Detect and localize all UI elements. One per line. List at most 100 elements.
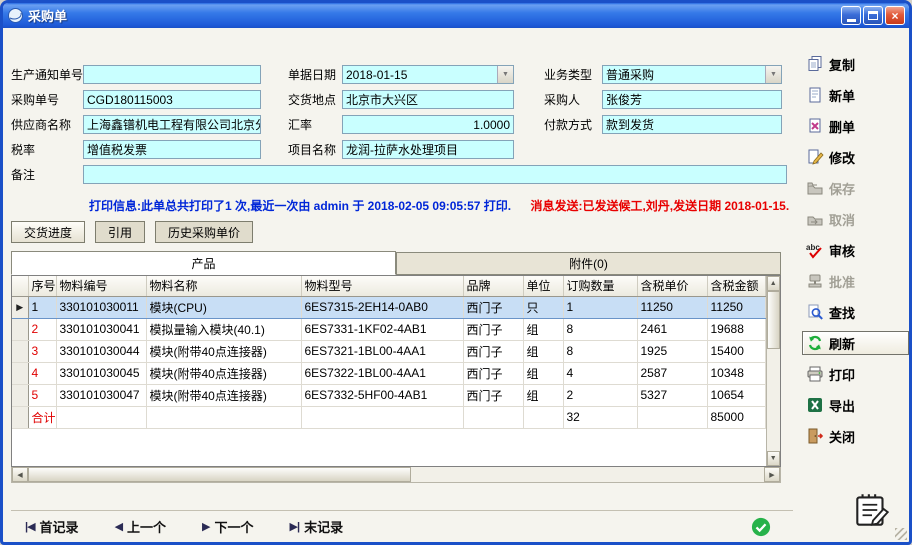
audit-button[interactable]: abc审核 bbox=[805, 238, 909, 262]
remarks-input[interactable] bbox=[83, 165, 787, 184]
column-header[interactable]: 物料名称 bbox=[146, 276, 301, 296]
cell[interactable]: 模拟量输入模块(40.1) bbox=[146, 318, 301, 340]
tax-rate-input[interactable]: 增值税发票 bbox=[83, 140, 261, 159]
cell[interactable]: 330101030047 bbox=[56, 384, 146, 406]
quote-button[interactable]: 引用 bbox=[95, 221, 145, 243]
save-button[interactable]: 保存 bbox=[805, 176, 909, 200]
cell[interactable]: 6ES7331-1KF02-4AB1 bbox=[301, 318, 463, 340]
vertical-scrollbar[interactable]: ▲ ▼ bbox=[766, 276, 781, 466]
cell[interactable]: 4 bbox=[28, 362, 56, 384]
modify-button[interactable]: 修改 bbox=[805, 145, 909, 169]
cell[interactable]: 1 bbox=[563, 296, 637, 318]
cell[interactable]: 10348 bbox=[707, 362, 765, 384]
previous-record-button[interactable]: ◀上一个 bbox=[115, 517, 166, 536]
cell[interactable]: 2 bbox=[28, 318, 56, 340]
scroll-left-icon[interactable]: ◀ bbox=[12, 467, 28, 482]
column-header[interactable]: 序号 bbox=[28, 276, 56, 296]
history-price-button[interactable]: 历史采购单价 bbox=[155, 221, 253, 243]
close-window-button[interactable]: × bbox=[885, 6, 905, 25]
approve-button[interactable]: 批准 bbox=[805, 269, 909, 293]
maximize-button[interactable] bbox=[863, 6, 883, 25]
cell[interactable]: 11250 bbox=[707, 296, 765, 318]
vscroll-track[interactable] bbox=[767, 291, 781, 451]
scroll-down-icon[interactable]: ▼ bbox=[767, 451, 781, 466]
cell[interactable]: 6ES7332-5HF00-4AB1 bbox=[301, 384, 463, 406]
cell[interactable]: 5327 bbox=[637, 384, 707, 406]
column-header[interactable]: 物料编号 bbox=[56, 276, 146, 296]
cell[interactable]: 2 bbox=[563, 384, 637, 406]
column-header[interactable]: 含税金额 bbox=[707, 276, 765, 296]
cell[interactable]: 330101030041 bbox=[56, 318, 146, 340]
delete-button[interactable]: 删单 bbox=[805, 114, 909, 138]
cell[interactable]: 6ES7321-1BL00-4AA1 bbox=[301, 340, 463, 362]
next-record-button[interactable]: ▶下一个 bbox=[202, 517, 253, 536]
cell[interactable]: 2461 bbox=[637, 318, 707, 340]
cell[interactable]: 10654 bbox=[707, 384, 765, 406]
cell[interactable]: 西门子 bbox=[463, 340, 523, 362]
find-button[interactable]: 查找 bbox=[805, 300, 909, 324]
column-header[interactable]: 品牌 bbox=[463, 276, 523, 296]
refresh-button[interactable]: 刷新 bbox=[802, 331, 909, 355]
cell[interactable]: 15400 bbox=[707, 340, 765, 362]
po-number-input[interactable]: CGD180115003 bbox=[83, 90, 261, 109]
scroll-up-icon[interactable]: ▲ bbox=[767, 276, 781, 291]
cell[interactable]: 330101030011 bbox=[56, 296, 146, 318]
cell[interactable]: 组 bbox=[523, 384, 563, 406]
cell[interactable]: 模块(附带40点连接器) bbox=[146, 362, 301, 384]
production-notice-input[interactable] bbox=[83, 65, 261, 84]
cell[interactable]: 4 bbox=[563, 362, 637, 384]
table-row[interactable]: 5330101030047模块(附带40点连接器)6ES7332-5HF00-4… bbox=[12, 384, 765, 406]
cell[interactable]: 8 bbox=[563, 340, 637, 362]
project-name-input[interactable]: 龙润-拉萨水处理项目 bbox=[342, 140, 514, 159]
cell[interactable]: 330101030044 bbox=[56, 340, 146, 362]
column-header[interactable]: 含税单价 bbox=[637, 276, 707, 296]
column-header[interactable]: 单位 bbox=[523, 276, 563, 296]
tab-products[interactable]: 产品 bbox=[11, 251, 396, 275]
copy-button[interactable]: 复制 bbox=[805, 52, 909, 76]
cell[interactable]: 1925 bbox=[637, 340, 707, 362]
cell[interactable]: 西门子 bbox=[463, 318, 523, 340]
cell[interactable]: 11250 bbox=[637, 296, 707, 318]
cell[interactable]: 330101030045 bbox=[56, 362, 146, 384]
table-row[interactable]: 4330101030045模块(附带40点连接器)6ES7322-1BL00-4… bbox=[12, 362, 765, 384]
first-record-button[interactable]: |◀首记录 bbox=[25, 517, 79, 536]
payment-method-input[interactable]: 款到发货 bbox=[602, 115, 782, 134]
hscroll-thumb[interactable] bbox=[28, 467, 411, 482]
export-button[interactable]: 导出 bbox=[805, 393, 909, 417]
tab-attachments[interactable]: 附件(0) bbox=[396, 252, 781, 275]
vscroll-thumb[interactable] bbox=[767, 291, 781, 349]
last-record-button[interactable]: ▶|末记录 bbox=[290, 517, 344, 536]
cell[interactable]: 西门子 bbox=[463, 362, 523, 384]
chevron-down-icon[interactable]: ▼ bbox=[765, 66, 781, 83]
cell[interactable]: 西门子 bbox=[463, 384, 523, 406]
horizontal-scrollbar[interactable]: ◀ ▶ bbox=[11, 467, 781, 483]
cell[interactable]: 6ES7315-2EH14-0AB0 bbox=[301, 296, 463, 318]
scroll-right-icon[interactable]: ▶ bbox=[764, 467, 780, 482]
table-row[interactable]: 2330101030041模拟量输入模块(40.1)6ES7331-1KF02-… bbox=[12, 318, 765, 340]
exchange-rate-input[interactable]: 1.0000 bbox=[342, 115, 514, 134]
cell[interactable]: 2587 bbox=[637, 362, 707, 384]
cell[interactable]: 只 bbox=[523, 296, 563, 318]
cell[interactable]: 西门子 bbox=[463, 296, 523, 318]
cell[interactable]: 5 bbox=[28, 384, 56, 406]
new-button[interactable]: 新单 bbox=[805, 83, 909, 107]
delivery-progress-button[interactable]: 交货进度 bbox=[11, 221, 85, 243]
column-header[interactable]: 订购数量 bbox=[563, 276, 637, 296]
cell[interactable]: 19688 bbox=[707, 318, 765, 340]
cell[interactable]: 组 bbox=[523, 340, 563, 362]
chevron-down-icon[interactable]: ▼ bbox=[497, 66, 513, 83]
cell[interactable]: 模块(CPU) bbox=[146, 296, 301, 318]
resize-grip[interactable] bbox=[895, 528, 907, 540]
purchaser-input[interactable]: 张俊芳 bbox=[602, 90, 782, 109]
doc-date-select[interactable]: 2018-01-15▼ bbox=[342, 65, 514, 84]
cell[interactable]: 3 bbox=[28, 340, 56, 362]
cell[interactable]: 8 bbox=[563, 318, 637, 340]
minimize-button[interactable] bbox=[841, 6, 861, 25]
cancel-button[interactable]: 取消 bbox=[805, 207, 909, 231]
print-button[interactable]: 打印 bbox=[805, 362, 909, 386]
cell[interactable]: 模块(附带40点连接器) bbox=[146, 340, 301, 362]
business-type-select[interactable]: 普通采购▼ bbox=[602, 65, 782, 84]
hscroll-track[interactable] bbox=[28, 467, 764, 482]
cell[interactable]: 1 bbox=[28, 296, 56, 318]
column-header[interactable]: 物料型号 bbox=[301, 276, 463, 296]
